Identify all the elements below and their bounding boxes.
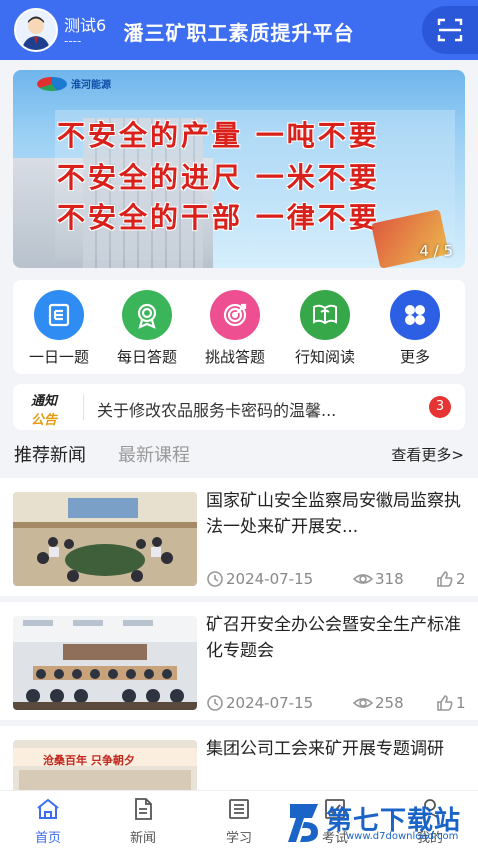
app-title: 潘三矿职工素质提升平台 <box>123 21 355 45</box>
company-logo-icon <box>37 76 67 91</box>
news-title: 集团公司工会来矿开展专题调研 <box>206 739 444 759</box>
quick-menu: 一日一题 每日答题 挑战答题 行知阅读 更多 <box>13 280 465 374</box>
notice-count-badge: 3 <box>429 396 451 418</box>
target-icon <box>210 290 260 340</box>
scan-icon <box>437 18 463 42</box>
news-thumbnail <box>13 616 197 710</box>
news-date: 2024-07-15 <box>206 694 313 712</box>
quick-item-more[interactable]: 更多 <box>375 290 455 367</box>
notice-text[interactable]: 关于修改农品服务卡密码的温馨... <box>97 397 419 421</box>
banner-slogan-3: 不安全的干部 一律不要 <box>57 201 380 234</box>
quick-item-reading[interactable]: 行知阅读 <box>285 290 365 367</box>
nav-home[interactable]: 首页 <box>18 797 78 846</box>
notice-divider <box>83 394 84 420</box>
nav-label: 首页 <box>34 831 61 846</box>
quick-item-label: 每日答题 <box>116 348 177 366</box>
thumbs-up-icon <box>437 571 453 587</box>
quick-item-label: 行知阅读 <box>294 348 355 366</box>
quick-item-label: 挑战答题 <box>204 348 265 366</box>
quick-item-daily-question[interactable]: 一日一题 <box>19 290 99 367</box>
grid-icon <box>390 290 440 340</box>
banner-page-counter: 4 / 5 <box>419 242 453 260</box>
news-views: 318 <box>353 570 404 588</box>
news-likes[interactable]: 2 <box>436 570 466 588</box>
tab-recommended-news[interactable]: 推荐新闻 <box>14 441 86 467</box>
news-thumbnail-text: 沧桑百年 只争朝夕 <box>43 754 135 767</box>
watermark-logo-icon <box>288 804 318 842</box>
notice-tag-line1: 通知 <box>31 394 58 409</box>
tab-latest-courses[interactable]: 最新课程 <box>118 441 190 467</box>
notice-tag-line2: 公告 <box>31 413 58 428</box>
news-item[interactable]: 矿召开安全办公会暨安全生产标准化专题会 2024-07-15 258 1 <box>0 602 478 720</box>
nav-news[interactable]: 新闻 <box>113 797 173 846</box>
quick-item-label: 一日一题 <box>28 348 89 366</box>
top-header: 测试6 ---- 潘三矿职工素质提升平台 <box>0 0 478 60</box>
banner-slogan-2: 不安全的进尺 一米不要 <box>57 161 380 194</box>
clock-icon <box>207 695 223 711</box>
banner-logo-text: 淮河能源 <box>71 80 111 91</box>
award-icon <box>122 290 172 340</box>
banner-carousel[interactable]: 淮河能源 不安全的产量 一吨不要 不安全的进尺 一米不要 不安全的干部 一律不要… <box>13 70 465 268</box>
eye-icon <box>353 574 373 584</box>
home-icon <box>37 798 59 819</box>
thumbs-up-icon <box>437 695 453 711</box>
news-title: 矿召开安全办公会暨安全生产标准化专题会 <box>206 615 461 661</box>
quick-item-label: 更多 <box>399 348 430 366</box>
banner-logo: 淮河能源 <box>37 76 111 91</box>
news-thumbnail <box>13 492 197 586</box>
news-date: 2024-07-15 <box>206 570 313 588</box>
news-title: 国家矿山安全监察局安徽局监察执法一处来矿开展安... <box>206 491 461 537</box>
nav-study[interactable]: 学习 <box>209 797 269 846</box>
view-more-link[interactable]: 查看更多> <box>391 444 464 465</box>
quick-item-challenge[interactable]: 挑战答题 <box>195 290 275 367</box>
site-watermark: 第七下载站 www.d7download.com <box>282 800 478 850</box>
nav-label: 新闻 <box>129 831 156 846</box>
study-icon <box>229 799 249 819</box>
scan-button[interactable] <box>422 6 478 54</box>
notice-bar[interactable]: 通知 公告 关于修改农品服务卡密码的温馨... 3 <box>13 384 465 430</box>
banner-slogan-1: 不安全的产量 一吨不要 <box>57 119 380 152</box>
eye-icon <box>353 698 373 708</box>
news-icon <box>135 798 152 820</box>
clock-icon <box>207 571 223 587</box>
notice-tag: 通知 公告 <box>31 390 75 428</box>
quick-item-daily-answer[interactable]: 每日答题 <box>107 290 187 367</box>
news-views: 258 <box>353 694 404 712</box>
nav-label: 学习 <box>225 831 252 846</box>
book-icon <box>300 290 350 340</box>
watermark-url: www.d7download.com <box>346 831 459 842</box>
news-item[interactable]: 国家矿山安全监察局安徽局监察执法一处来矿开展安... 2024-07-15 31… <box>0 478 478 596</box>
news-likes[interactable]: 1 <box>436 694 466 712</box>
calendar-icon <box>34 290 84 340</box>
